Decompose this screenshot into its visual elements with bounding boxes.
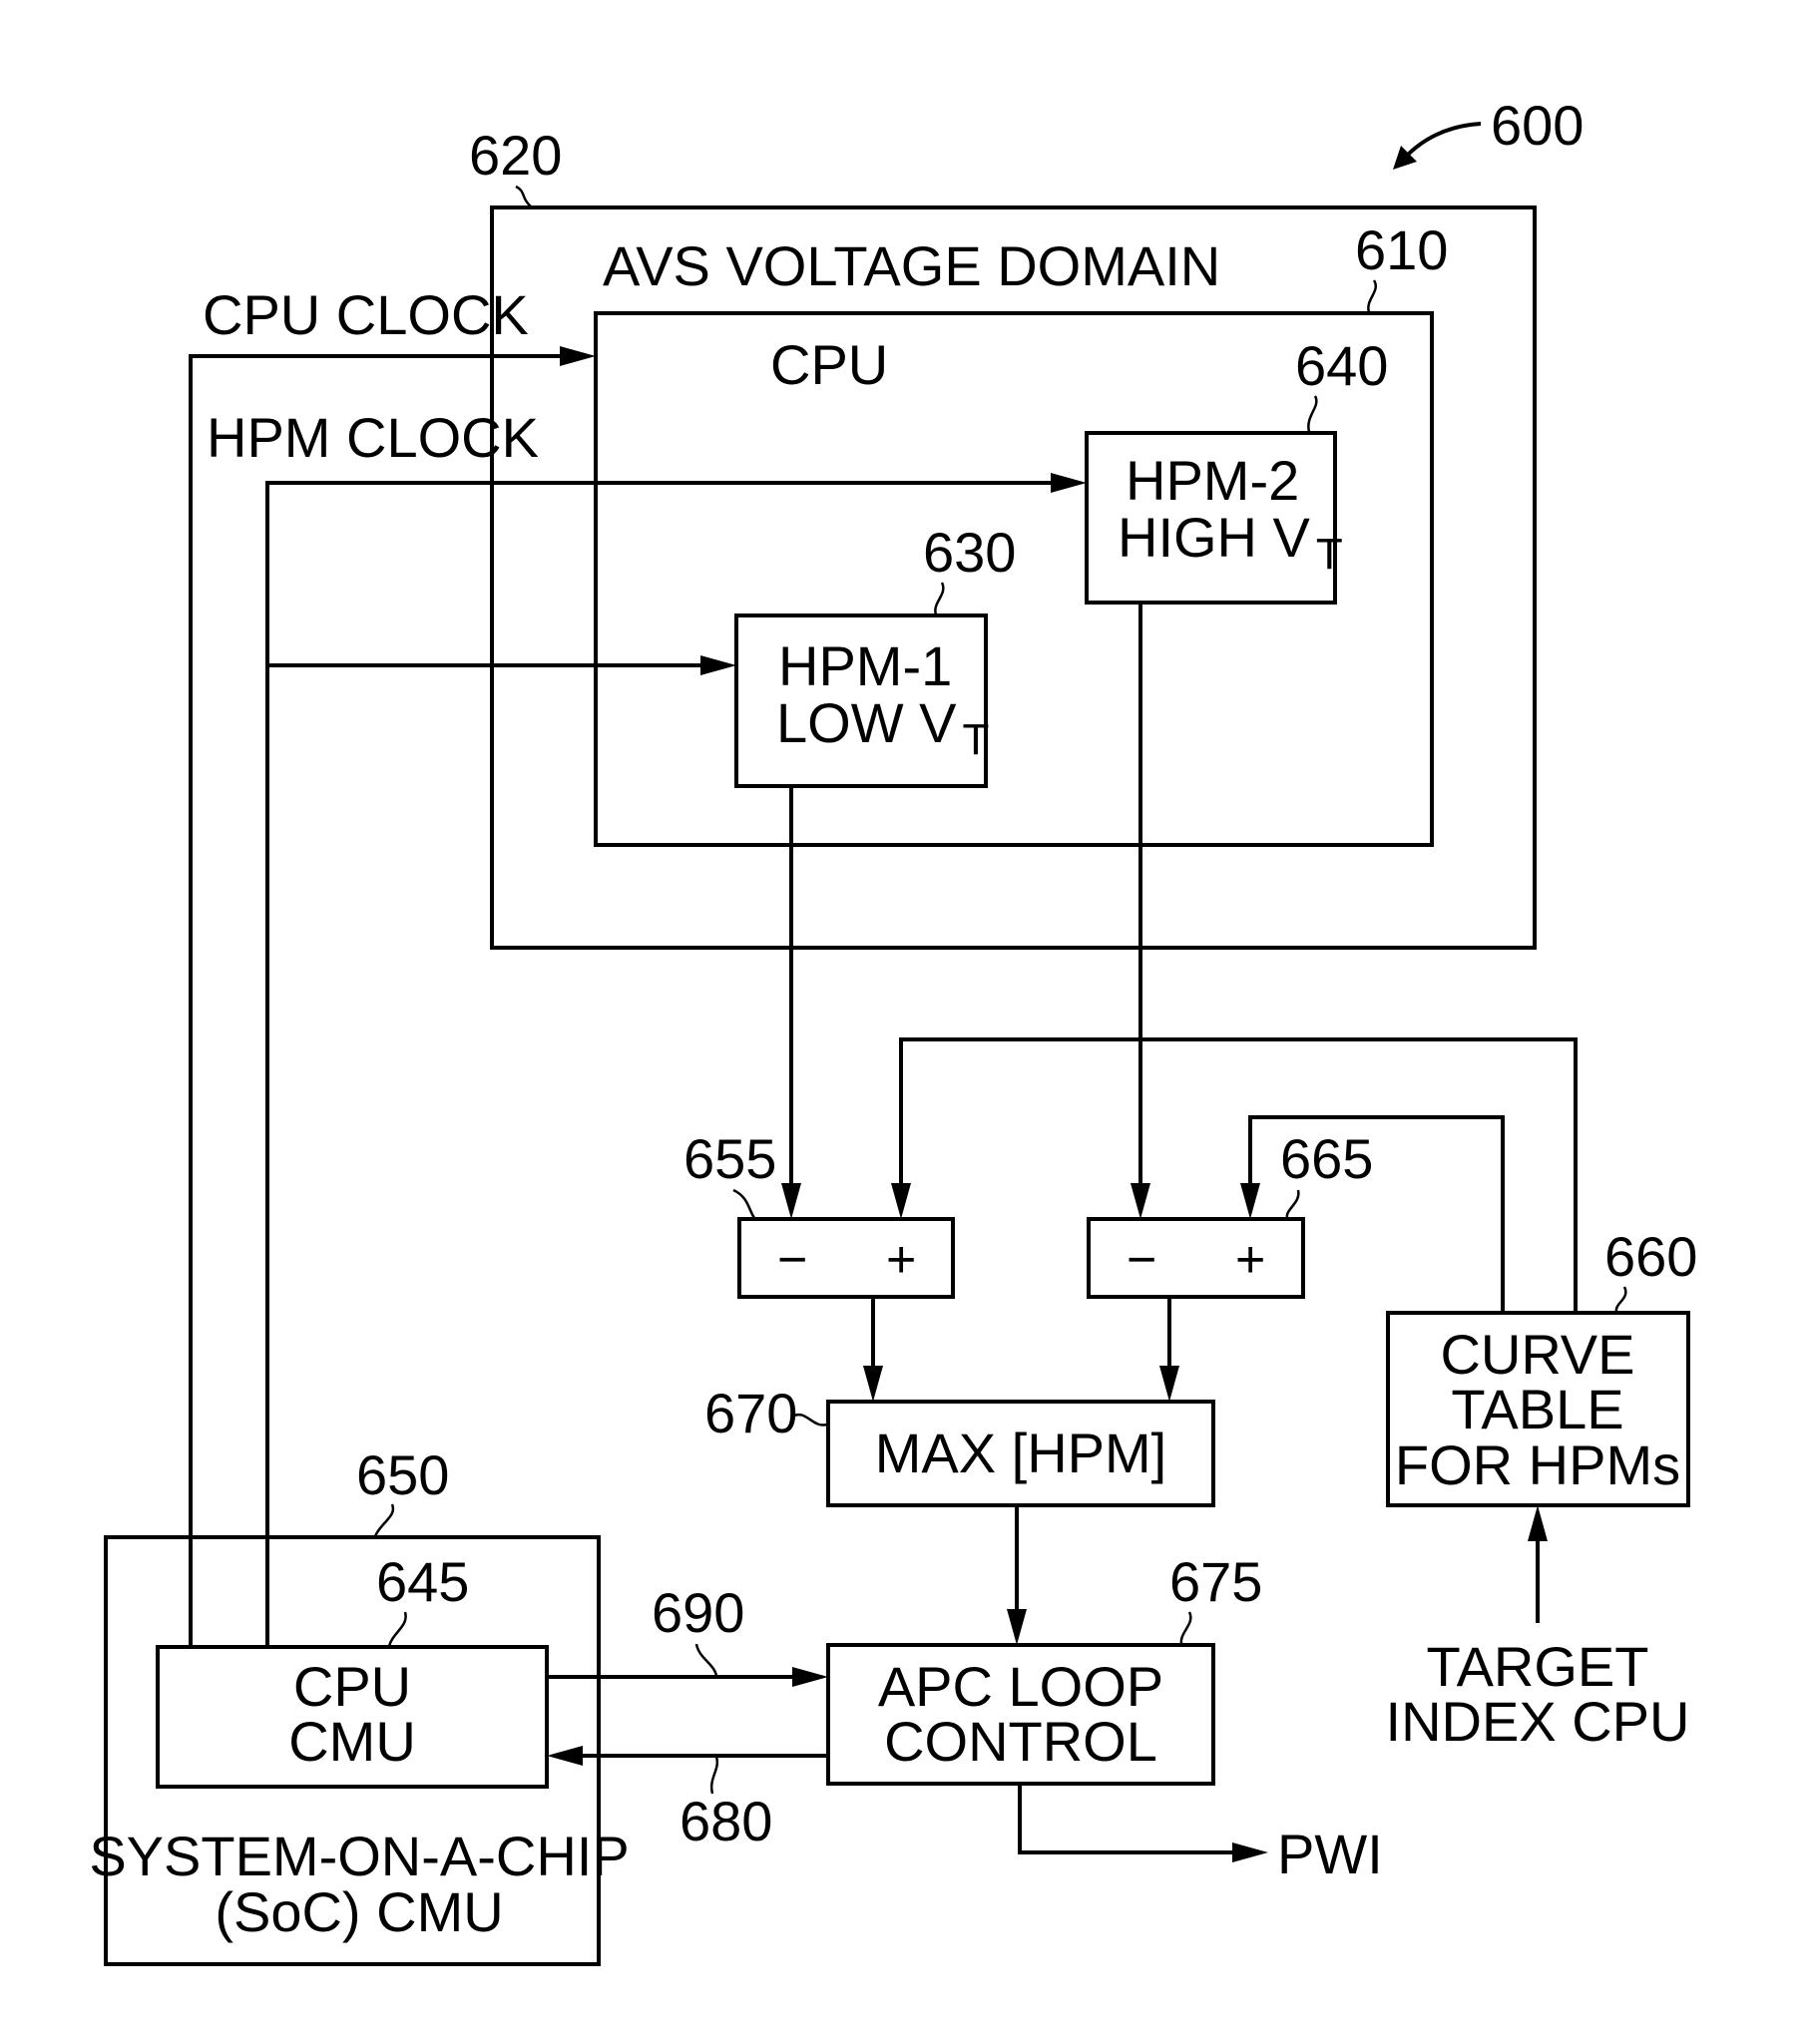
soc-cmu-line2: (SoC) CMU — [215, 1880, 503, 1943]
comparator2-box — [1087, 1217, 1305, 1299]
leader-610 — [1367, 279, 1377, 313]
link-680-arrowhead-icon — [547, 1746, 583, 1766]
cpu-clock-label: CPU CLOCK — [203, 283, 529, 346]
ref-690: 690 — [652, 1581, 744, 1644]
curve-table-line3: FOR HPMs — [1395, 1433, 1680, 1496]
comparator1-box — [737, 1217, 955, 1299]
comparator1-plus-sign: + — [886, 1231, 916, 1289]
target-index-line2: INDEX CPU — [1386, 1690, 1690, 1753]
hpm1-block: 630 HPM-1 LOW VT — [734, 521, 1016, 788]
comparator2-minus-arrowhead-icon — [1131, 1183, 1150, 1219]
leader-655 — [732, 1188, 756, 1219]
leader-645 — [387, 1611, 407, 1647]
max-hpm-label: MAX [HPM] — [875, 1422, 1166, 1484]
apc-loop-control-block: 675 APC LOOP CONTROL — [826, 1550, 1262, 1786]
ref-610: 610 — [1355, 218, 1448, 281]
comparator1-plus-arrowhead-icon — [891, 1183, 911, 1219]
figure-ref-arrow-line — [1403, 122, 1482, 160]
leader-680 — [709, 1756, 719, 1795]
leader-675 — [1179, 1611, 1192, 1645]
hpm2-block: 640 HPM-2 HIGH VT — [1085, 334, 1388, 605]
curve-table-block: 660 CURVE TABLE FOR HPMs — [1386, 1225, 1697, 1507]
ref-640: 640 — [1295, 334, 1388, 397]
cpu-cmu-block: 645 CPU CMU — [156, 1550, 549, 1789]
hpm2-line2: HIGH VT — [1118, 506, 1343, 579]
figure-ref-600: 600 — [1393, 94, 1584, 170]
pwi-arrowhead-icon — [1232, 1842, 1268, 1862]
ref-655: 655 — [683, 1127, 776, 1190]
ref-660: 660 — [1604, 1225, 1697, 1288]
leader-665 — [1285, 1189, 1300, 1219]
avs-voltage-domain-label: AVS VOLTAGE DOMAIN — [603, 234, 1220, 297]
target-index-input: TARGET INDEX CPU — [1386, 1505, 1690, 1753]
figure-ref-label: 600 — [1491, 94, 1584, 157]
curve-table-line1: CURVE — [1440, 1323, 1634, 1386]
block-diagram: 600 620 AVS VOLTAGE DOMAIN 610 CPU 640 H… — [89, 94, 1697, 1966]
cpu-cmu-line2: CMU — [288, 1710, 416, 1773]
comparator1-minus-sign: − — [777, 1231, 807, 1289]
comparator2-plus-arrowhead-icon — [1240, 1183, 1260, 1219]
soc-cmu-line1: SYSTEM-ON-A-CHIP — [89, 1825, 629, 1887]
hpm2-line1: HPM-2 — [1126, 449, 1299, 512]
ref-675: 675 — [1169, 1550, 1262, 1613]
target-index-arrowhead-icon — [1528, 1505, 1548, 1541]
leader-640 — [1307, 395, 1318, 433]
pwi-label: PWI — [1277, 1823, 1383, 1885]
comparator2-minus-sign: − — [1127, 1231, 1156, 1289]
ref-670: 670 — [704, 1382, 797, 1444]
hpm1-line2-text: LOW V — [776, 691, 957, 754]
hpm2-subscript: T — [1316, 530, 1343, 579]
max-input1-arrowhead-icon — [863, 1366, 883, 1402]
pwi-line — [1018, 1784, 1241, 1854]
ref-630: 630 — [923, 521, 1016, 584]
leader-620 — [515, 185, 532, 207]
hpm1-subscript: T — [962, 715, 989, 764]
ref-680: 680 — [680, 1790, 772, 1852]
comparator-665: 665 − + — [1087, 1127, 1373, 1299]
max-hpm-block: 670 MAX [HPM] — [704, 1382, 1215, 1507]
hpm-clock-label: HPM CLOCK — [207, 406, 539, 469]
hpm2-line2-text: HIGH V — [1118, 506, 1311, 569]
apc-input-arrowhead-icon — [1007, 1609, 1027, 1645]
ref-665: 665 — [1280, 1127, 1373, 1190]
max-input2-arrowhead-icon — [1159, 1366, 1179, 1402]
leader-690 — [694, 1643, 718, 1677]
hpm1-clock-arrowhead-icon — [700, 655, 736, 675]
ref-620: 620 — [469, 124, 562, 187]
apc-line1: APC LOOP — [878, 1655, 1163, 1718]
apc-line2: CONTROL — [884, 1710, 1157, 1773]
cpu-cmu-line1: CPU — [293, 1655, 411, 1718]
comparator2-plus-sign: + — [1235, 1231, 1265, 1289]
cpu-clock-arrowhead-icon — [560, 346, 596, 366]
comparator1-minus-arrowhead-icon — [781, 1183, 801, 1219]
link-690-arrowhead-icon — [792, 1667, 828, 1687]
ref-645: 645 — [376, 1550, 469, 1613]
comparator-655: 655 − + — [683, 1127, 955, 1299]
hpm1-line1: HPM-1 — [778, 634, 952, 697]
leader-650 — [373, 1503, 395, 1537]
ref-650: 650 — [356, 1443, 449, 1506]
cpu-clock-signal: CPU CLOCK — [189, 283, 596, 1647]
target-index-line1: TARGET — [1427, 1635, 1649, 1698]
leader-660 — [1614, 1286, 1627, 1313]
pwi-output: PWI — [1018, 1784, 1383, 1885]
hpm2-clock-arrowhead-icon — [1051, 473, 1087, 493]
curve-table-line2: TABLE — [1451, 1378, 1623, 1440]
cpu-label: CPU — [770, 333, 888, 396]
leader-630 — [934, 582, 945, 615]
cmu-to-apc-link: 690 — [547, 1581, 828, 1687]
